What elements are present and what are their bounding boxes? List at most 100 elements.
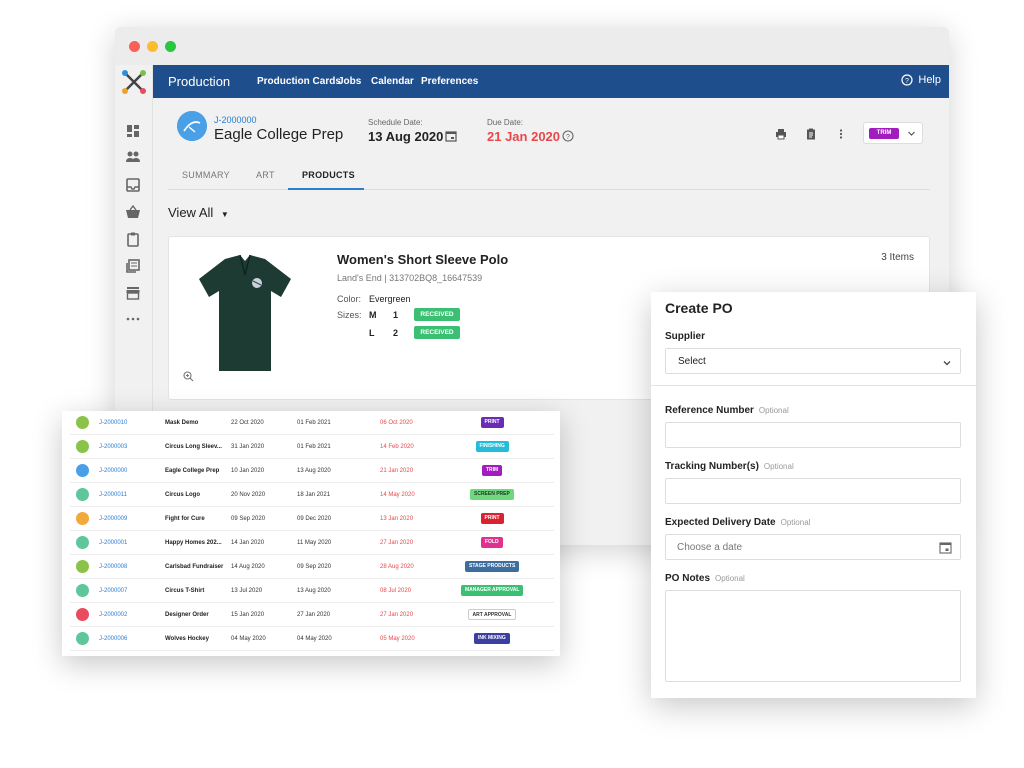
nav-calendar[interactable]: Calendar <box>371 76 414 87</box>
caret-down-icon: ▼ <box>220 210 229 219</box>
created-date: 20 Nov 2020 <box>231 492 266 498</box>
store-icon[interactable] <box>125 285 141 301</box>
minimize-window-button[interactable] <box>147 41 158 52</box>
nav-jobs[interactable]: Jobs <box>338 76 361 87</box>
top-navigation: Production Production Cards Jobs Calenda… <box>153 65 949 98</box>
product-item-count: 3 Items <box>881 252 914 263</box>
tracking-number-input[interactable] <box>665 478 961 504</box>
created-date: 14 Jan 2020 <box>231 540 265 546</box>
job-id-link[interactable]: J-2000006 <box>99 636 127 642</box>
due-date[interactable]: 21 Jan 2020 <box>487 129 560 144</box>
schedule-date: 01 Feb 2021 <box>297 420 331 426</box>
app-logo-icon[interactable] <box>121 69 147 95</box>
status-badge[interactable]: FOLD <box>481 537 503 548</box>
status-dropdown[interactable]: TRIM <box>863 122 923 144</box>
tab-art[interactable]: ART <box>256 170 275 180</box>
job-id-link[interactable]: J-2000011 <box>99 492 127 498</box>
help-icon: ? <box>901 74 913 86</box>
table-row[interactable]: J-2000001 Happy Homes 202... 14 Jan 2020 11… <box>70 531 554 555</box>
job-avatar <box>76 608 89 621</box>
job-id-link[interactable]: J-2000000 <box>214 115 257 125</box>
size-code: L <box>369 328 375 338</box>
job-id-link[interactable]: J-2000001 <box>99 540 127 546</box>
status-badge[interactable]: INK MIXING <box>474 633 510 644</box>
job-name: Circus Logo <box>165 492 201 498</box>
size-status-badge: RECEIVED <box>414 308 460 321</box>
job-name: Fight for Cure <box>165 516 205 522</box>
calendar-icon[interactable] <box>445 130 457 142</box>
calendar-icon[interactable] <box>939 541 952 554</box>
job-id-link[interactable]: J-2000003 <box>99 444 127 450</box>
divider <box>651 385 976 386</box>
library-icon[interactable] <box>125 258 141 274</box>
table-row[interactable]: J-2000000 Eagle College Prep 10 Jan 2020 13… <box>70 459 554 483</box>
status-badge[interactable]: PRINT <box>480 417 504 428</box>
schedule-date: 01 Feb 2021 <box>297 444 331 450</box>
job-id-link[interactable]: J-2000008 <box>99 564 127 570</box>
status-badge[interactable]: TRIM <box>482 465 503 476</box>
schedule-date: 04 May 2020 <box>297 636 332 642</box>
due-date: 28 Aug 2020 <box>380 564 414 570</box>
schedule-date[interactable]: 13 Aug 2020 <box>368 129 443 144</box>
clipboard-list-icon[interactable] <box>805 128 817 140</box>
job-id-link[interactable]: J-2000009 <box>99 516 127 522</box>
app-title[interactable]: Production <box>168 74 230 89</box>
created-date: 04 May 2020 <box>231 636 266 642</box>
status-badge[interactable]: MANAGER APPROVAL <box>461 585 524 596</box>
optional-hint: Optional <box>780 518 811 527</box>
status-badge[interactable]: STAGE PRODUCTS <box>465 561 520 572</box>
table-row[interactable]: J-2000003 Circus Long Sleev... 31 Jan 2020… <box>70 435 554 459</box>
clipboard-icon[interactable] <box>125 231 141 247</box>
view-all-dropdown[interactable]: View All ▼ <box>168 205 229 220</box>
status-badge[interactable]: FINISHING <box>475 441 509 452</box>
reference-number-input[interactable] <box>665 422 961 448</box>
people-icon[interactable] <box>125 149 141 165</box>
zoom-in-icon[interactable] <box>183 371 194 382</box>
basket-icon[interactable] <box>125 204 141 220</box>
job-name: Happy Homes 202... <box>165 540 222 546</box>
delivery-date-input[interactable]: Choose a date <box>665 534 961 560</box>
inbox-icon[interactable] <box>125 177 141 193</box>
close-window-button[interactable] <box>129 41 140 52</box>
help-circle-icon[interactable]: ? <box>562 130 574 142</box>
more-icon[interactable] <box>125 311 141 327</box>
dashboard-icon[interactable] <box>125 123 141 139</box>
job-id-link[interactable]: J-2000010 <box>99 420 127 426</box>
more-vert-icon[interactable] <box>835 128 847 140</box>
schedule-date: 13 Aug 2020 <box>297 588 331 594</box>
reference-number-label-text: Reference Number <box>665 405 754 416</box>
delivery-date-placeholder: Choose a date <box>677 542 743 553</box>
table-row[interactable]: J-2000006 Wolves Hockey 04 May 2020 04 May … <box>70 627 554 651</box>
tab-products[interactable]: PRODUCTS <box>302 170 355 180</box>
po-notes-textarea[interactable] <box>665 590 961 682</box>
status-badge[interactable]: ART APPROVAL <box>467 609 517 620</box>
table-row[interactable]: J-2000008 Carlsbad Fundraiser 14 Aug 2020 0… <box>70 555 554 579</box>
job-avatar <box>76 584 89 597</box>
nav-production-cards[interactable]: Production Cards <box>257 76 341 87</box>
maximize-window-button[interactable] <box>165 41 176 52</box>
help-link[interactable]: ? Help <box>901 74 941 86</box>
supplier-label: Supplier <box>665 331 705 342</box>
tab-bar: SUMMARY ART PRODUCTS <box>168 164 930 190</box>
table-row[interactable]: J-2000002 Designer Order 15 Jan 2020 27 Jan… <box>70 603 554 627</box>
nav-preferences[interactable]: Preferences <box>421 76 478 87</box>
job-name: Wolves Hockey <box>165 636 209 642</box>
table-row[interactable]: J-2000010 Mask Demo 22 Oct 2020 01 Feb 2021… <box>70 411 554 435</box>
job-id-link[interactable]: J-2000002 <box>99 612 127 618</box>
job-avatar <box>76 632 89 645</box>
print-icon[interactable] <box>775 128 787 140</box>
create-po-panel: Create PO Supplier Select Reference Numb… <box>651 292 976 698</box>
schedule-date: 13 Aug 2020 <box>297 468 331 474</box>
table-row[interactable]: J-2000007 Circus T-Shirt 13 Jul 2020 13 Aug… <box>70 579 554 603</box>
po-notes-label: PO Notes Optional <box>665 573 745 584</box>
tab-summary[interactable]: SUMMARY <box>182 170 230 180</box>
table-row[interactable]: J-2000009 Fight for Cure 09 Sep 2020 09 Dec… <box>70 507 554 531</box>
job-id-link[interactable]: J-2000007 <box>99 588 127 594</box>
job-id-link[interactable]: J-2000000 <box>99 468 127 474</box>
job-name: Circus Long Sleev... <box>165 444 222 450</box>
supplier-select[interactable]: Select <box>665 348 961 374</box>
status-badge[interactable]: PRINT <box>480 513 504 524</box>
status-badge[interactable]: SCREEN PREP <box>470 489 514 500</box>
table-row[interactable]: J-2000011 Circus Logo 20 Nov 2020 18 Jan 20… <box>70 483 554 507</box>
delivery-date-label-text: Expected Delivery Date <box>665 517 776 528</box>
